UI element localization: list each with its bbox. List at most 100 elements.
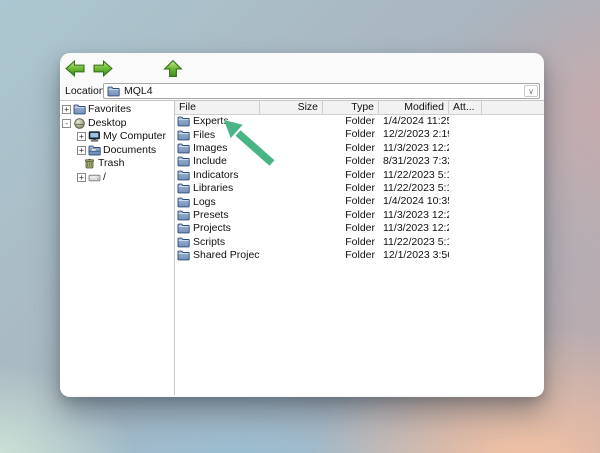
file-name: Indicators xyxy=(193,169,239,182)
expand-toggle-icon[interactable]: + xyxy=(77,146,86,155)
file-type: Folder xyxy=(323,155,379,168)
tree-item-label: / xyxy=(103,171,106,185)
tree-item-trash[interactable]: Trash xyxy=(60,157,174,171)
file-name: Projects xyxy=(193,222,231,235)
file-modified: 8/31/2023 7:32.. xyxy=(379,155,449,168)
folder-icon xyxy=(107,86,120,97)
back-arrow-icon[interactable] xyxy=(64,59,86,78)
location-combobox[interactable]: MQL4 ∨ xyxy=(103,83,540,99)
column-header-filler xyxy=(482,101,544,115)
folder-icon xyxy=(73,104,86,115)
expand-toggle-icon[interactable]: + xyxy=(62,105,71,114)
file-browser-window: Location: MQL4 ∨ + Favorites - Desktop xyxy=(60,53,544,397)
file-modified: 11/3/2023 12:2.. xyxy=(379,209,449,222)
file-row-shared-projects[interactable]: Shared Projects Folder 12/1/2023 3:56.. xyxy=(175,249,544,262)
file-type: Folder xyxy=(323,182,379,195)
file-size xyxy=(260,222,323,235)
file-row-images[interactable]: Images Folder 11/3/2023 12:2.. xyxy=(175,142,544,155)
file-modified: 12/2/2023 2:19.. xyxy=(379,128,449,141)
file-row-indicators[interactable]: Indicators Folder 11/22/2023 5:1.. xyxy=(175,169,544,182)
folder-icon xyxy=(177,210,190,221)
file-row-experts[interactable]: Experts Folder 1/4/2024 11:25.. xyxy=(175,115,544,128)
file-type: Folder xyxy=(323,115,379,128)
file-size xyxy=(260,182,323,195)
file-row-files[interactable]: Files Folder 12/2/2023 2:19.. xyxy=(175,128,544,141)
file-row-logs[interactable]: Logs Folder 1/4/2024 10:35.. xyxy=(175,195,544,208)
folder-icon xyxy=(177,116,190,127)
file-size xyxy=(260,209,323,222)
tree-item-documents[interactable]: + Documents xyxy=(60,144,174,158)
tree-item-label: Trash xyxy=(98,157,124,171)
forward-arrow-icon[interactable] xyxy=(92,59,114,78)
folder-icon xyxy=(177,130,190,141)
file-size xyxy=(260,195,323,208)
column-header-size[interactable]: Size xyxy=(260,101,323,115)
tree-item-label: Favorites xyxy=(88,103,131,117)
column-header-modified[interactable]: Modified xyxy=(379,101,449,115)
file-name: Scripts xyxy=(193,236,225,249)
file-name: Libraries xyxy=(193,182,233,195)
file-name: Images xyxy=(193,142,227,155)
file-modified: 12/1/2023 3:56.. xyxy=(379,249,449,262)
expand-toggle-icon[interactable]: + xyxy=(77,132,86,141)
file-type: Folder xyxy=(323,169,379,182)
file-type: Folder xyxy=(323,128,379,141)
expand-toggle-icon[interactable]: + xyxy=(77,173,86,182)
file-row-include[interactable]: Include Folder 8/31/2023 7:32.. xyxy=(175,155,544,168)
file-name: Files xyxy=(193,129,215,142)
file-modified: 1/4/2024 11:25.. xyxy=(379,115,449,128)
folder-icon xyxy=(177,170,190,181)
file-name: Experts xyxy=(193,115,229,128)
folder-icon xyxy=(177,237,190,248)
file-type: Folder xyxy=(323,142,379,155)
file-modified: 1/4/2024 10:35.. xyxy=(379,195,449,208)
tree-item-label: My Computer xyxy=(103,130,166,144)
tree-item-root-drive[interactable]: + / xyxy=(60,171,174,185)
file-size xyxy=(260,115,323,128)
file-row-scripts[interactable]: Scripts Folder 11/22/2023 5:1.. xyxy=(175,236,544,249)
column-header-type[interactable]: Type xyxy=(323,101,379,115)
column-header-file[interactable]: File xyxy=(175,101,260,115)
trash-icon xyxy=(83,158,96,169)
tree-item-my-computer[interactable]: + My Computer xyxy=(60,130,174,144)
file-size xyxy=(260,128,323,141)
file-list-header: File Size Type Modified Att... xyxy=(175,101,544,115)
file-size xyxy=(260,236,323,249)
combobox-dropdown-button[interactable]: ∨ xyxy=(524,85,538,97)
folder-icon xyxy=(177,250,190,261)
file-row-presets[interactable]: Presets Folder 11/3/2023 12:2.. xyxy=(175,209,544,222)
up-arrow-icon[interactable] xyxy=(162,59,184,78)
tree-item-label: Documents xyxy=(103,144,156,158)
file-name: Shared Projects xyxy=(193,249,260,262)
folder-icon xyxy=(177,143,190,154)
file-modified: 11/3/2023 12:2.. xyxy=(379,142,449,155)
file-size xyxy=(260,142,323,155)
file-name: Include xyxy=(193,155,227,168)
file-modified: 11/3/2023 12:2.. xyxy=(379,222,449,235)
folder-icon xyxy=(177,183,190,194)
column-header-attributes[interactable]: Att... xyxy=(449,101,482,115)
location-value: MQL4 xyxy=(124,84,153,98)
file-row-projects[interactable]: Projects Folder 11/3/2023 12:2.. xyxy=(175,222,544,235)
file-row-libraries[interactable]: Libraries Folder 11/22/2023 5:1.. xyxy=(175,182,544,195)
desktop-icon xyxy=(73,118,86,129)
location-label: Location: xyxy=(65,83,108,99)
tree-item-favorites[interactable]: + Favorites xyxy=(60,103,174,117)
file-modified: 11/22/2023 5:1.. xyxy=(379,236,449,249)
documents-icon xyxy=(88,145,101,156)
file-size xyxy=(260,249,323,262)
file-list: File Size Type Modified Att... Experts F… xyxy=(175,101,544,395)
desktop-background: Location: MQL4 ∨ + Favorites - Desktop xyxy=(0,0,600,453)
file-type: Folder xyxy=(323,249,379,262)
folder-icon xyxy=(177,197,190,208)
file-type: Folder xyxy=(323,209,379,222)
tree-item-desktop[interactable]: - Desktop xyxy=(60,117,174,131)
file-size xyxy=(260,155,323,168)
collapse-toggle-icon[interactable]: - xyxy=(62,119,71,128)
drive-icon xyxy=(88,172,101,183)
file-name: Logs xyxy=(193,196,216,209)
main-panes: + Favorites - Desktop + My Computer + xyxy=(60,100,544,395)
folder-tree: + Favorites - Desktop + My Computer + xyxy=(60,101,174,395)
folder-icon xyxy=(177,156,190,167)
file-type: Folder xyxy=(323,236,379,249)
